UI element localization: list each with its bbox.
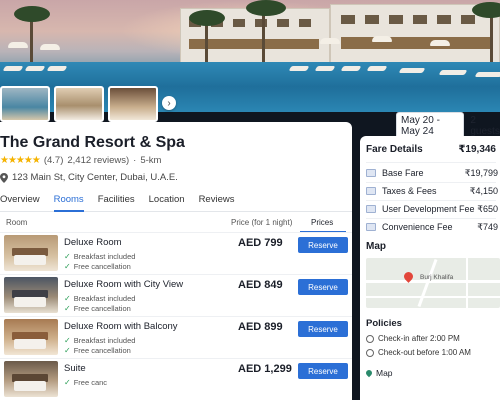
thumbnail-room[interactable]	[108, 86, 158, 122]
fee-amount: ₹19,799	[464, 167, 498, 178]
receipt-icon	[366, 205, 376, 213]
fee-row: User Development Fee ₹650	[366, 201, 498, 217]
room-name: Deluxe Room with Balcony	[64, 321, 178, 332]
room-row: Deluxe Room ✓ Breakfast included ✓ Free ca…	[0, 232, 352, 272]
address-row: 123 Main St, City Center, Dubai, U.A.E.	[0, 172, 178, 183]
column-header-price: Price (for 1 night)	[231, 218, 293, 227]
chevron-right-icon[interactable]: ›	[162, 96, 176, 110]
feature-item: ✓ Free cancellation	[64, 304, 131, 313]
map-title: Map	[366, 241, 386, 252]
fee-label: Base Fare	[382, 168, 424, 178]
distance: 5-km	[140, 155, 162, 166]
fee-label: Convenience Fee	[382, 222, 453, 232]
fee-amount: ₹650	[477, 203, 498, 214]
fee-amount: ₹749	[477, 221, 498, 232]
guest-count[interactable]: 2 guests	[470, 115, 500, 137]
receipt-icon	[366, 223, 376, 231]
room-thumbnail[interactable]	[4, 319, 58, 355]
rating-score: (4.7)	[43, 155, 64, 166]
tab-facilities[interactable]: Facilities	[98, 192, 135, 211]
room-price: AED 899	[238, 321, 283, 333]
tab-overview[interactable]: Overview	[0, 192, 40, 211]
location-pin-icon	[364, 368, 374, 378]
map-link[interactable]: Map	[364, 368, 393, 378]
policies-title: Policies	[366, 318, 402, 329]
fee-row: Taxes & Fees ₹4,150	[366, 183, 498, 199]
fare-total: ₹19,346	[458, 144, 496, 155]
tab-location[interactable]: Location	[149, 192, 185, 211]
reserve-button[interactable]: Reserve	[298, 279, 348, 295]
check-icon: ✓	[64, 304, 71, 313]
reserve-button[interactable]: Reserve	[298, 237, 348, 253]
receipt-icon	[366, 169, 376, 177]
room-name: Deluxe Room with City View	[64, 279, 184, 290]
detail-tabs: Overview Rooms Facilities Location Revie…	[0, 192, 352, 212]
fare-title: Fare Details	[366, 144, 423, 155]
feature-item: ✓ Breakfast included	[64, 294, 136, 303]
clock-icon	[366, 334, 374, 343]
check-icon: ✓	[64, 378, 71, 387]
feature-item: ✓ Free canc	[64, 378, 108, 387]
thumbnail-pool[interactable]	[0, 86, 50, 122]
map-preview[interactable]: Burj Khalifa	[366, 258, 500, 308]
star-rating-icon: ★★★★★	[0, 155, 41, 166]
tab-reviews[interactable]: Reviews	[199, 192, 235, 211]
photo-thumbnails: ›	[0, 86, 176, 122]
receipt-icon	[366, 187, 376, 195]
fee-row: Base Fare ₹19,799	[366, 165, 498, 181]
column-header-room: Room	[6, 218, 28, 227]
checkout-policy: Check-out before 1:00 AM	[366, 348, 471, 357]
map-landmark: Burj Khalifa	[420, 274, 454, 281]
room-price: AED 1,299	[238, 363, 292, 375]
room-thumbnail[interactable]	[4, 277, 58, 313]
location-pin-icon	[0, 172, 8, 183]
feature-item: ✓ Breakfast included	[64, 336, 136, 345]
reserve-button[interactable]: Reserve	[298, 321, 348, 337]
fee-label: Taxes & Fees	[382, 186, 437, 196]
hotel-details-card: The Grand Resort & Spa ★★★★★ (4.7) 2,412…	[0, 122, 352, 400]
rating-row: ★★★★★ (4.7) 2,412 reviews) · 5-km	[0, 155, 161, 166]
check-icon: ✓	[64, 252, 71, 261]
room-name: Deluxe Room	[64, 237, 122, 248]
check-icon: ✓	[64, 262, 71, 271]
reserve-button[interactable]: Reserve	[298, 363, 348, 379]
check-icon: ✓	[64, 346, 71, 355]
fee-label: User Development Fee	[382, 204, 475, 214]
checkin-policy: Check-in after 2:00 PM	[366, 334, 460, 343]
thumbnail-lobby[interactable]	[54, 86, 104, 122]
room-thumbnail[interactable]	[4, 361, 58, 397]
clock-icon	[366, 348, 374, 357]
room-price: AED 799	[238, 237, 283, 249]
feature-item: ✓ Free cancellation	[64, 262, 131, 271]
room-row: Deluxe Room with City View ✓ Breakfast in…	[0, 274, 352, 314]
review-count[interactable]: 2,412 reviews)	[67, 155, 129, 166]
check-icon: ✓	[64, 336, 71, 345]
separator-dot: ·	[133, 155, 137, 166]
feature-item: ✓ Free cancellation	[64, 346, 131, 355]
fare-details-card: Fare Details ₹19,346 Base Fare ₹19,799 T…	[360, 136, 500, 400]
check-icon: ✓	[64, 294, 71, 303]
tab-rooms[interactable]: Rooms	[53, 192, 84, 212]
room-thumbnail[interactable]	[4, 235, 58, 271]
hotel-name: The Grand Resort & Spa	[0, 134, 185, 151]
address-text: 123 Main St, City Center, Dubai, U.A.E.	[12, 172, 178, 183]
room-row: Suite ✓ Free canc AED 1,299 Reserve	[0, 358, 352, 398]
room-price: AED 849	[238, 279, 283, 291]
fee-amount: ₹4,150	[469, 185, 498, 196]
column-header-prices: Prices	[311, 218, 334, 227]
room-row: Deluxe Room with Balcony ✓ Breakfast incl…	[0, 316, 352, 356]
feature-item: ✓ Breakfast included	[64, 252, 136, 261]
fee-row: Convenience Fee ₹749	[366, 219, 498, 235]
room-name: Suite	[64, 363, 86, 374]
